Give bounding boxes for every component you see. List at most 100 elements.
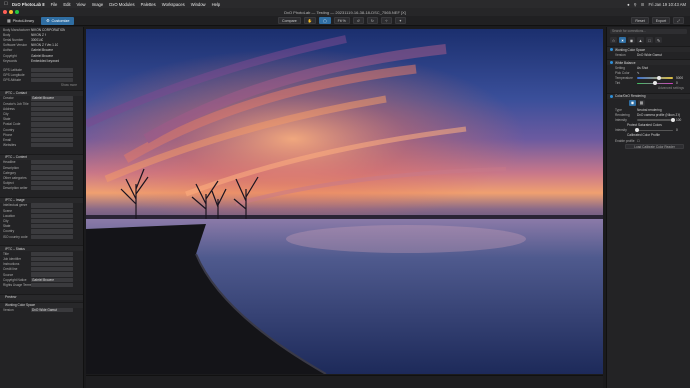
protect-intensity-knob[interactable] — [635, 128, 639, 133]
iptc-field-value[interactable] — [31, 117, 73, 122]
tint-slider[interactable] — [637, 81, 673, 86]
iptc-field-value[interactable]: Gabriel Browne — [31, 96, 73, 101]
iptc-field-value[interactable] — [31, 256, 73, 262]
menu-file[interactable]: File — [51, 2, 58, 7]
menu-app-name[interactable]: DxO PhotoLab 8 — [12, 2, 45, 7]
cr-rendering-select[interactable]: DxO camera profile (Nikon Z f) — [637, 113, 680, 117]
retouch-icon[interactable]: ✦ — [394, 17, 406, 24]
iptc-field-value[interactable] — [31, 234, 73, 239]
protect-intensity-slider[interactable] — [635, 128, 673, 133]
iptc-field-value[interactable] — [31, 267, 73, 272]
rotate-right-icon[interactable]: ↻ — [366, 17, 378, 24]
iptc-field-value[interactable] — [31, 165, 73, 170]
iptc-field-value[interactable] — [31, 137, 73, 143]
geometry-filter-icon[interactable]: □ — [646, 37, 653, 43]
rendering-intensity-value[interactable]: 100 — [676, 118, 681, 122]
iptc-field-value[interactable] — [31, 262, 73, 267]
temperature-slider-knob[interactable] — [657, 75, 662, 80]
iptc-field-value[interactable] — [31, 282, 73, 287]
reset-button[interactable]: Reset — [631, 17, 649, 24]
temperature-value[interactable]: 5000 — [676, 76, 683, 80]
iptc-field-value[interactable] — [31, 272, 73, 277]
menu-workspaces[interactable]: Workspaces — [162, 2, 185, 7]
calibrated-enable-checkbox[interactable]: ☐ — [637, 139, 640, 143]
local-adjust-icon[interactable]: ✎ — [655, 37, 662, 43]
export-button[interactable]: Export — [651, 17, 671, 24]
cr-type-select[interactable]: Neutral rendering — [637, 108, 662, 112]
gps-value[interactable] — [31, 67, 73, 72]
detail-filter-icon[interactable]: ▲ — [637, 37, 644, 43]
menu-view[interactable]: View — [77, 2, 86, 7]
temperature-slider[interactable] — [637, 75, 673, 80]
iptc-field-value[interactable] — [31, 132, 73, 137]
iptc-field-value[interactable] — [31, 203, 73, 208]
section-preview[interactable]: Preview — [0, 293, 83, 300]
light-filter-icon[interactable]: ☀ — [619, 37, 626, 43]
zoom-select[interactable]: Fit % — [333, 17, 350, 24]
iptc-field-value[interactable]: Gabriel Browne — [31, 277, 73, 282]
corrections-search-input[interactable]: Search for corrections... — [610, 29, 687, 34]
iptc-field-value[interactable] — [31, 208, 73, 213]
search-icon[interactable]: ⚲ — [634, 2, 637, 7]
tint-slider-knob[interactable] — [653, 81, 657, 86]
iptc-field-row: Email — [0, 137, 83, 143]
gps-value[interactable] — [31, 73, 73, 78]
iptc-field-value[interactable] — [31, 122, 73, 127]
menubar-clock[interactable]: Fri Jan 19 10:43 AM — [649, 2, 686, 7]
control-center-icon[interactable]: ☰ — [641, 2, 645, 7]
menu-palettes[interactable]: Palettes — [141, 2, 156, 7]
view-mode-button[interactable]: ▢ — [319, 17, 331, 24]
show-more-link[interactable]: Show more — [0, 83, 83, 88]
eyedropper-icon[interactable]: ✎ — [637, 71, 640, 75]
menu-edit[interactable]: Edit — [63, 2, 70, 7]
tab-photolibrary[interactable]: ▦ PhotoLibrary — [2, 17, 39, 25]
iptc-field-value[interactable] — [31, 175, 73, 180]
iptc-field-key: Source — [3, 272, 14, 277]
crop-icon[interactable]: ⊹ — [380, 17, 392, 24]
iptc-field-value[interactable] — [31, 213, 73, 218]
image-viewer[interactable] — [86, 29, 603, 374]
iptc-field-value[interactable] — [31, 160, 73, 165]
wb-setting-select[interactable]: As Shot — [637, 66, 648, 70]
film-icon[interactable]: ▦ — [638, 99, 645, 106]
iptc-field-value[interactable] — [31, 127, 73, 132]
iptc-field-value[interactable] — [31, 251, 73, 256]
zoom-window-button[interactable] — [15, 10, 19, 14]
iptc-field-value[interactable] — [31, 101, 73, 106]
iptc-field-value[interactable] — [31, 181, 73, 186]
iptc-field-value[interactable] — [31, 111, 73, 117]
iptc-field-value[interactable] — [31, 170, 73, 175]
compare-button[interactable]: Compare — [278, 17, 301, 24]
working-cs-version-select[interactable]: DxO Wide Gamut — [637, 53, 662, 57]
camera-body-icon[interactable]: ◉ — [629, 99, 636, 106]
minimize-window-button[interactable] — [9, 10, 13, 14]
iptc-field-value[interactable] — [31, 218, 73, 224]
protect-intensity-value[interactable]: 0 — [676, 128, 678, 132]
load-calibration-button[interactable]: Load Calibrate Color Reader — [625, 144, 684, 150]
tab-customize[interactable]: ⚙ Customize — [41, 16, 75, 25]
iptc-field-value[interactable] — [31, 143, 73, 148]
iptc-field-value[interactable] — [31, 229, 73, 234]
gps-value[interactable] — [31, 78, 73, 83]
close-window-button[interactable] — [3, 10, 7, 14]
rendering-intensity-knob[interactable] — [671, 117, 675, 122]
star-filter-icon[interactable]: ☆ — [610, 37, 617, 43]
apple-icon[interactable]:  — [4, 1, 9, 7]
left-version-select[interactable]: DxO Wide Gamut — [31, 308, 73, 313]
rotate-left-icon[interactable]: ↺ — [352, 17, 364, 24]
iptc-field-value[interactable] — [31, 186, 73, 191]
color-filter-icon[interactable]: ◉ — [628, 37, 635, 43]
iptc-field-key: Instructions — [3, 262, 20, 267]
wifi-icon[interactable]: ● — [627, 2, 630, 7]
menu-window[interactable]: Window — [191, 2, 206, 7]
hand-tool-icon[interactable]: ✋ — [303, 17, 317, 24]
iptc-field-value[interactable] — [31, 224, 73, 229]
rendering-intensity-slider[interactable] — [637, 117, 675, 122]
menu-help[interactable]: Help — [212, 2, 221, 7]
tint-value[interactable]: 0 — [676, 81, 678, 85]
fullscreen-icon[interactable]: ⤢ — [673, 17, 684, 24]
iptc-field-value[interactable] — [31, 106, 73, 111]
menu-image[interactable]: Image — [92, 2, 104, 7]
wb-advanced-link[interactable]: Advanced settings — [607, 86, 690, 91]
menu-dxo-modules[interactable]: DxO Modules — [109, 2, 134, 7]
